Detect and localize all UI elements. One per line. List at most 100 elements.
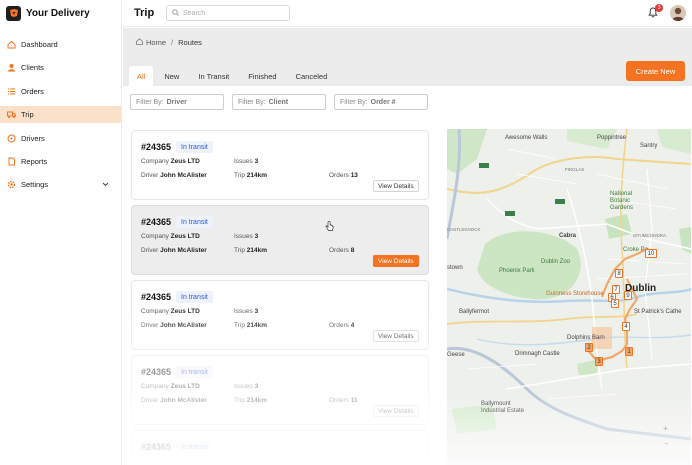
issues-field: Issues 3 bbox=[234, 233, 258, 240]
filter-driver[interactable]: Filter By: Driver bbox=[130, 94, 224, 110]
sidebar-item-clients[interactable]: Clients bbox=[0, 59, 121, 76]
gear-icon bbox=[7, 180, 16, 189]
sidebar-item-drivers[interactable]: Drivers bbox=[0, 130, 121, 147]
status-badge: In transit bbox=[176, 291, 213, 303]
driver-field: Driver John McAlister bbox=[141, 397, 207, 404]
field-label: Driver bbox=[141, 172, 159, 179]
filter-field: Driver bbox=[166, 98, 187, 106]
breadcrumb: Home / Routes bbox=[136, 38, 202, 47]
tab-canceled[interactable]: Canceled bbox=[288, 66, 336, 86]
hand-cursor-icon bbox=[325, 221, 334, 234]
chevron-down-icon[interactable] bbox=[102, 180, 109, 189]
map-label: Phoenix Park bbox=[499, 268, 535, 274]
driver-value: John McAlister bbox=[160, 247, 207, 254]
tab-all[interactable]: All bbox=[129, 66, 154, 86]
sidebar-item-label: Dashboard bbox=[21, 40, 58, 49]
sidebar-item-orders[interactable]: Orders bbox=[0, 83, 121, 100]
order-number: #24365 bbox=[141, 442, 172, 452]
sidebar-item-reports[interactable]: Reports bbox=[0, 153, 121, 170]
breadcrumb-home[interactable]: Home bbox=[146, 38, 166, 47]
filter-prefix: Filter By: bbox=[340, 98, 368, 106]
map-label: St Patrick's Cathe bbox=[634, 309, 682, 315]
map-label: Guinness Storehouse bbox=[546, 291, 604, 297]
sidebar-item-trip[interactable]: Trip bbox=[0, 106, 121, 124]
sidebar: Your Delivery Dashboard Clients Orders T… bbox=[0, 0, 122, 465]
home-icon[interactable] bbox=[136, 38, 143, 47]
breadcrumb-current: Routes bbox=[178, 38, 202, 47]
route-stop-pin[interactable]: 3 bbox=[595, 357, 603, 366]
trip-card[interactable]: #24365 In transit Company Zeus LTD Issue… bbox=[131, 280, 429, 350]
route-stop-pin[interactable]: 2 bbox=[585, 343, 593, 352]
document-icon bbox=[7, 157, 16, 166]
orders-value: 4 bbox=[350, 322, 355, 329]
trip-field: Trip 214km bbox=[234, 322, 267, 329]
view-details-button[interactable]: View Details bbox=[373, 255, 419, 267]
field-label: Orders bbox=[329, 247, 349, 254]
tab-new[interactable]: New bbox=[156, 66, 187, 86]
route-stop-pin[interactable]: 5 bbox=[611, 299, 619, 308]
field-label: Issues bbox=[234, 308, 253, 315]
company-field: Company Zeus LTD bbox=[141, 233, 200, 240]
company-field: Company Zeus LTD bbox=[141, 158, 200, 165]
map-label: Santry bbox=[640, 143, 658, 149]
filter-client[interactable]: Filter By: Client bbox=[232, 94, 326, 110]
route-stop-pin[interactable]: 10 bbox=[645, 249, 657, 258]
trip-value: 214km bbox=[246, 397, 268, 404]
trip-card[interactable]: #24365 In transit Company Zeus LTD Issue… bbox=[131, 130, 429, 200]
driver-value: John McAlister bbox=[160, 322, 207, 329]
trip-card[interactable]: #24365 In transit bbox=[131, 430, 429, 465]
company-value: Zeus LTD bbox=[170, 233, 200, 240]
orders-value: 11 bbox=[350, 397, 358, 404]
field-label: Driver bbox=[141, 247, 159, 254]
map-label: Awesome Walls bbox=[505, 135, 548, 141]
orders-field: Orders 4 bbox=[329, 322, 354, 329]
route-stop-pin[interactable]: 1 bbox=[625, 347, 633, 356]
view-details-button[interactable]: View Details bbox=[373, 405, 419, 417]
route-map[interactable]: Awesome Walls Poppintree Santry FINGLAS … bbox=[447, 129, 691, 465]
trip-field: Trip 214km bbox=[234, 247, 267, 254]
driver-field: Driver John McAlister bbox=[141, 247, 207, 254]
field-label: Driver bbox=[141, 397, 159, 404]
field-label: Trip bbox=[234, 322, 245, 329]
field-label: Trip bbox=[234, 172, 245, 179]
tab-in-transit[interactable]: In Transit bbox=[190, 66, 237, 86]
filter-order[interactable]: Filter By: Order # bbox=[334, 94, 428, 110]
home-icon bbox=[7, 40, 16, 49]
tab-finished[interactable]: Finished bbox=[240, 66, 284, 86]
search-input[interactable] bbox=[183, 9, 283, 17]
route-stop-pin[interactable]: 8 bbox=[615, 269, 623, 278]
filter-prefix: Filter By: bbox=[136, 98, 164, 106]
sidebar-item-label: Orders bbox=[21, 86, 44, 96]
filter-prefix: Filter By: bbox=[238, 98, 266, 106]
trip-field: Trip 214km bbox=[234, 397, 267, 404]
driver-value: John McAlister bbox=[160, 397, 207, 404]
sidebar-item-label: Trip bbox=[21, 110, 34, 120]
create-new-button[interactable]: Create New bbox=[626, 61, 685, 81]
field-label: Issues bbox=[234, 158, 253, 165]
field-label: Company bbox=[141, 158, 169, 165]
sidebar-item-settings[interactable]: Settings bbox=[0, 176, 121, 193]
search-box[interactable] bbox=[166, 5, 290, 21]
zoom-in-icon[interactable]: + bbox=[663, 424, 668, 433]
view-details-button[interactable]: View Details bbox=[373, 330, 419, 342]
view-details-button[interactable]: View Details bbox=[373, 180, 419, 192]
orders-field: Orders 11 bbox=[329, 397, 358, 404]
field-label: Orders bbox=[329, 172, 349, 179]
zoom-out-icon[interactable]: − bbox=[664, 439, 669, 448]
order-number: #24365 bbox=[141, 292, 172, 302]
trip-card[interactable]: #24365 In transit Company Zeus LTD Issue… bbox=[131, 355, 429, 425]
route-stop-pin[interactable]: 9 bbox=[624, 291, 632, 300]
list-icon bbox=[7, 87, 16, 96]
brand[interactable]: Your Delivery bbox=[0, 0, 121, 26]
issues-value: 3 bbox=[254, 383, 259, 390]
field-label: Orders bbox=[329, 397, 349, 404]
route-stop-pin[interactable]: 4 bbox=[622, 322, 630, 331]
avatar[interactable] bbox=[670, 5, 686, 21]
truck-icon bbox=[7, 110, 16, 119]
orders-value: 8 bbox=[350, 247, 355, 254]
issues-value: 3 bbox=[254, 233, 259, 240]
sidebar-item-dashboard[interactable]: Dashboard bbox=[0, 36, 121, 53]
trip-card[interactable]: #24365 In transit Company Zeus LTD Issue… bbox=[131, 205, 429, 275]
issues-field: Issues 3 bbox=[234, 383, 258, 390]
orders-field: Orders 8 bbox=[329, 247, 354, 254]
